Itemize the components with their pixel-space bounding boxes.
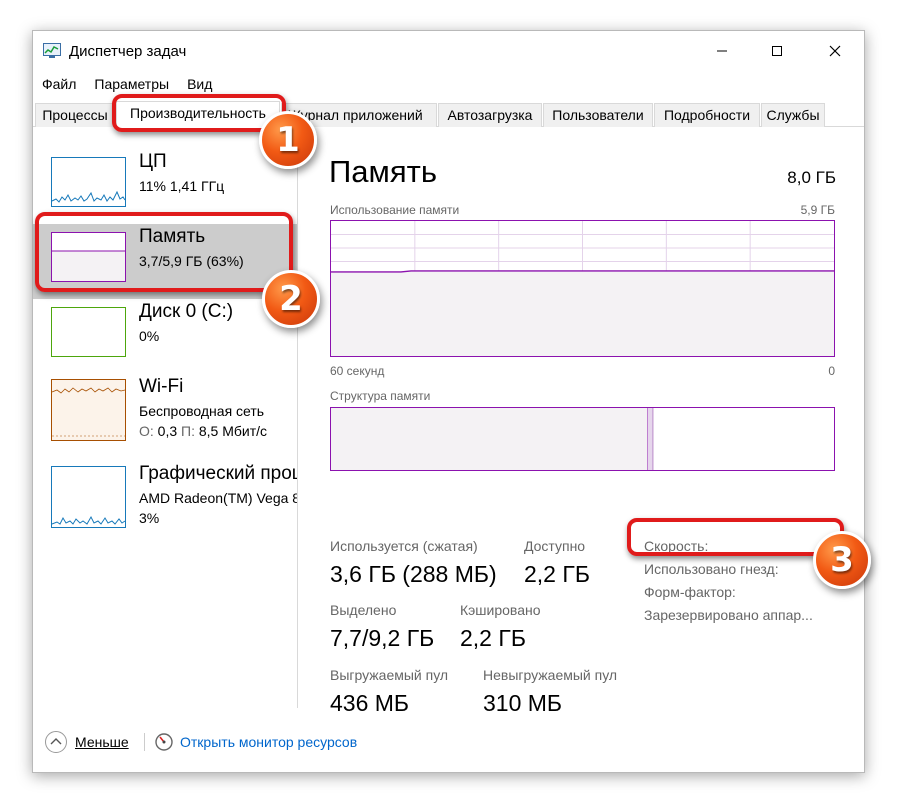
tab-details[interactable]: Подробности bbox=[654, 103, 760, 127]
memory-structure-label: Структура памяти bbox=[330, 389, 431, 403]
tab-performance[interactable]: Производительность bbox=[116, 101, 280, 128]
available-value: 2,2 ГБ bbox=[524, 561, 590, 587]
graph-time-right-label: 0 bbox=[828, 364, 835, 378]
memory-usage-max: 5,9 ГБ bbox=[800, 203, 835, 217]
memory-structure-bar bbox=[330, 407, 835, 471]
memory-thumbnail-graph bbox=[51, 232, 126, 282]
committed-value: 7,7/9,2 ГБ bbox=[330, 625, 435, 651]
disk-thumbnail-graph bbox=[51, 307, 126, 357]
task-manager-icon bbox=[43, 43, 61, 58]
close-button[interactable] bbox=[811, 31, 859, 71]
task-manager-window: Диспетчер задач Файл Параметры Вид Проце… bbox=[32, 30, 865, 773]
usage-area bbox=[331, 270, 834, 356]
cached-label: Кэшировано bbox=[460, 602, 541, 618]
in-use-value: 3,6 ГБ (288 МБ) bbox=[330, 561, 497, 587]
sidebar-item-wifi[interactable]: Wi-Fi Беспроводная сеть О: 0,3 П: 8,5 Мб… bbox=[33, 374, 297, 454]
fewer-details-link[interactable]: Меньше bbox=[75, 734, 129, 750]
sidebar-item-cpu[interactable]: ЦП 11% 1,41 ГГц bbox=[33, 149, 297, 224]
structure-in-use-segment bbox=[331, 408, 648, 470]
memory-usage-label: Использование памяти bbox=[330, 203, 460, 217]
wifi-receive-value: 8,5 Мбит/с bbox=[198, 423, 268, 439]
available-label: Доступно bbox=[524, 538, 586, 554]
minimize-button[interactable] bbox=[698, 31, 746, 71]
tab-processes[interactable]: Процессы bbox=[35, 103, 115, 127]
nonpaged-pool-value: 310 МБ bbox=[483, 690, 563, 716]
window-title: Диспетчер задач bbox=[69, 43, 187, 60]
close-icon bbox=[829, 45, 841, 57]
nonpaged-pool-label: Невыгружаемый пул bbox=[483, 667, 618, 683]
chevron-up-icon bbox=[50, 738, 62, 745]
tab-users[interactable]: Пользователи bbox=[543, 103, 653, 127]
speed-label: Скорость: bbox=[644, 538, 709, 554]
memory-total: 8,0 ГБ bbox=[787, 168, 836, 187]
page-title: Память bbox=[329, 154, 437, 189]
sidebar-memory-title: Память bbox=[139, 226, 206, 247]
sidebar-item-memory[interactable]: Память 3,7/5,9 ГБ (63%) bbox=[33, 224, 297, 299]
slots-used-label: Использовано гнезд: bbox=[644, 561, 779, 577]
wifi-send-value: 0,3 bbox=[157, 423, 178, 439]
memory-detail-panel: Память 8,0 ГБ Использование памяти 5,9 Г… bbox=[299, 128, 866, 716]
menu-options[interactable]: Параметры bbox=[85, 73, 178, 95]
paged-pool-value: 436 МБ bbox=[330, 690, 410, 716]
menu-bar: Файл Параметры Вид bbox=[33, 73, 221, 95]
title-bar: Диспетчер задач bbox=[33, 31, 864, 71]
structure-modified-segment bbox=[647, 408, 653, 470]
hardware-reserved-label: Зарезервировано аппар... bbox=[644, 607, 813, 623]
sidebar-cpu-title: ЦП bbox=[139, 151, 167, 172]
gpu-thumbnail-graph bbox=[51, 466, 126, 528]
wifi-receive-label: П: bbox=[181, 423, 195, 439]
wifi-send-label: О: bbox=[139, 423, 154, 439]
wifi-thumbnail-graph bbox=[51, 379, 126, 441]
cached-value: 2,2 ГБ bbox=[460, 625, 526, 651]
tab-app-history[interactable]: Журнал приложений bbox=[281, 103, 437, 127]
cpu-thumbnail-graph bbox=[51, 157, 126, 207]
menu-file[interactable]: Файл bbox=[33, 73, 85, 95]
resource-monitor-icon bbox=[155, 733, 173, 751]
sidebar-memory-stats: 3,7/5,9 ГБ (63%) bbox=[139, 253, 244, 269]
sidebar-gpu-model: AMD Radeon(TM) Vega 8 Graphics bbox=[139, 490, 297, 506]
sidebar-disk-title: Диск 0 (C:) bbox=[139, 301, 234, 322]
paged-pool-label: Выгружаемый пул bbox=[330, 667, 449, 683]
committed-label: Выделено bbox=[330, 602, 397, 618]
sidebar-item-gpu[interactable]: Графический процессор 0 AMD Radeon(TM) V… bbox=[33, 461, 297, 536]
sidebar-disk-stats: 0% bbox=[139, 328, 160, 344]
tab-startup[interactable]: Автозагрузка bbox=[438, 103, 542, 127]
sidebar-wifi-rates: О: 0,3 П: 8,5 Мбит/с bbox=[139, 423, 267, 439]
fewer-details-button[interactable] bbox=[45, 731, 67, 753]
graph-time-left-label: 60 секунд bbox=[330, 364, 385, 378]
footer-separator bbox=[144, 733, 145, 751]
performance-sidebar: ЦП 11% 1,41 ГГц Память 3,7/5,9 ГБ (63%) … bbox=[33, 128, 298, 708]
minimize-icon bbox=[717, 50, 727, 52]
sidebar-wifi-type: Беспроводная сеть bbox=[139, 403, 265, 419]
maximize-button[interactable] bbox=[753, 31, 801, 71]
form-factor-label: Форм-фактор: bbox=[644, 584, 736, 600]
sidebar-wifi-title: Wi-Fi bbox=[139, 376, 184, 397]
tab-strip: Процессы Производительность Журнал прило… bbox=[33, 101, 864, 128]
footer-bar: Меньше Открыть монитор ресурсов bbox=[33, 729, 864, 759]
menu-view[interactable]: Вид bbox=[178, 73, 221, 95]
sidebar-gpu-stats: 3% bbox=[139, 510, 160, 526]
maximize-icon bbox=[772, 46, 782, 56]
memory-usage-graph bbox=[330, 220, 835, 357]
sidebar-item-disk[interactable]: Диск 0 (C:) 0% bbox=[33, 299, 297, 374]
sidebar-cpu-stats: 11% 1,41 ГГц bbox=[139, 178, 225, 194]
tab-services[interactable]: Службы bbox=[761, 103, 825, 127]
in-use-label: Используется (сжатая) bbox=[330, 538, 478, 554]
sidebar-gpu-title: Графический процессор 0 bbox=[139, 463, 297, 484]
open-resource-monitor-link[interactable]: Открыть монитор ресурсов bbox=[180, 734, 357, 750]
